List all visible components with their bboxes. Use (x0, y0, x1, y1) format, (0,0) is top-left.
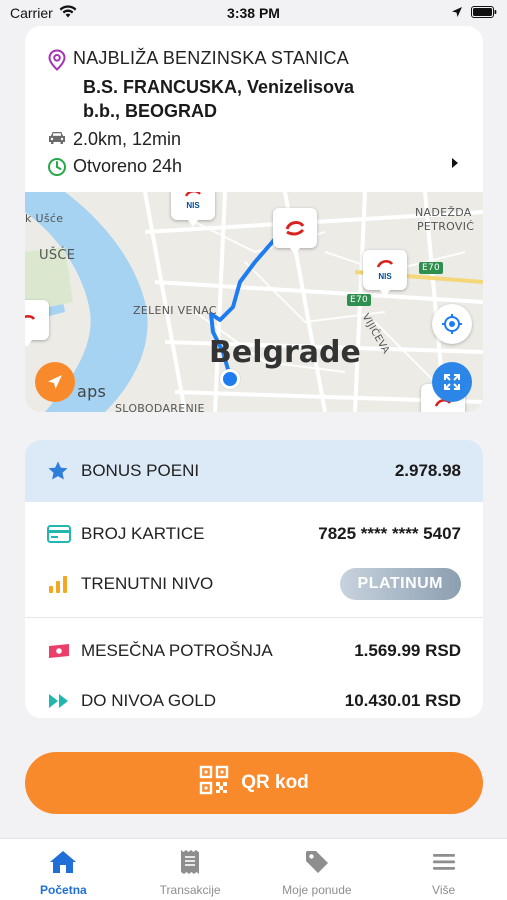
crosshair-icon (442, 314, 462, 334)
station-map[interactable]: k Ušće UŠĆE ZELENI VENAC NADEŽDA PETROVI… (25, 192, 483, 412)
qr-code-icon (199, 765, 229, 801)
nis-logo-icon (376, 260, 394, 268)
nis-station-marker[interactable]: NIS (363, 250, 407, 297)
tag-icon (304, 849, 330, 878)
clock: 3:38 PM (227, 5, 280, 21)
station-info[interactable]: NAJBLIŽA BENZINSKA STANICA B.S. FRANCUSK… (25, 26, 483, 192)
nis-station-marker[interactable] (25, 300, 49, 347)
status-bar: Carrier 3:38 PM (0, 0, 507, 26)
tab-moje-ponude[interactable]: Moje ponude (254, 839, 381, 900)
home-icon (48, 849, 78, 878)
receipt-icon (178, 849, 202, 878)
navigation-arrow-icon (48, 375, 62, 389)
carrier-label: Carrier (10, 5, 53, 21)
car-icon (47, 130, 73, 146)
tab-label: Više (432, 883, 456, 897)
map-background (25, 192, 483, 412)
level-row: TRENUTNI NIVO PLATINUM (25, 559, 483, 609)
tab-bar: Početna Transakcije Moje ponude Više (0, 838, 507, 900)
tab-pocetna[interactable]: Početna (0, 839, 127, 900)
nis-logo-icon (285, 221, 305, 236)
nis-station-marker[interactable] (273, 208, 317, 255)
qr-code-button[interactable]: QR kod (25, 752, 483, 814)
monthly-spend-row: MESEČNA POTROŠNJA 1.569.99 RSD (25, 626, 483, 676)
expand-icon (444, 374, 460, 390)
monthly-spend-value: 1.569.99 RSD (354, 641, 461, 660)
tab-label: Moje ponude (282, 883, 352, 897)
map-label-maps: aps (77, 382, 107, 401)
station-heading: NAJBLIŽA BENZINSKA STANICA (73, 48, 349, 68)
nis-station-marker[interactable]: NIS (171, 192, 215, 227)
tab-transakcije[interactable]: Transakcije (127, 839, 254, 900)
to-gold-label: DO NIVOA GOLD (81, 691, 217, 710)
money-icon (47, 643, 81, 659)
bonus-points-label: BONUS POENI (81, 461, 200, 480)
location-pin-icon (47, 49, 73, 71)
nearest-station-card[interactable]: NAJBLIŽA BENZINSKA STANICA B.S. FRANCUSK… (25, 26, 483, 412)
map-label-usce-small: k Ušće (25, 212, 64, 225)
battery-icon (471, 5, 497, 21)
tab-label: Transakcije (159, 883, 221, 897)
card-number-row: BROJ KARTICE 7825 **** **** 5407 (25, 509, 483, 559)
map-label-slobodarenje: SLOBODARENJE (115, 402, 205, 412)
menu-icon (431, 849, 457, 878)
bonus-points-value: 2.978.98 (394, 461, 461, 480)
tab-vise[interactable]: Više (380, 839, 507, 900)
map-city-label: Belgrade (209, 335, 361, 370)
station-distance: 2.0km, 12min (73, 129, 182, 149)
star-icon (47, 460, 81, 482)
map-label-nadezda: NADEŽDA (415, 206, 472, 219)
card-number-label: BROJ KARTICE (81, 524, 205, 543)
nis-logo-icon (184, 192, 201, 197)
chevron-right-icon[interactable] (451, 156, 459, 174)
level-bars-icon (47, 574, 81, 594)
monthly-spend-label: MESEČNA POTROŠNJA (81, 641, 273, 660)
clock-icon (47, 157, 73, 177)
nis-logo-icon (25, 315, 36, 320)
map-label-usce: UŠĆE (39, 248, 76, 263)
credit-card-icon (47, 525, 81, 543)
location-arrow-icon (451, 5, 463, 21)
to-gold-row: DO NIVOA GOLD 10.430.01 RSD (25, 676, 483, 718)
user-location-dot (220, 369, 240, 389)
bonus-points-row: BONUS POENI 2.978.98 (25, 440, 483, 502)
loyalty-card: BONUS POENI 2.978.98 BROJ KARTICE 7825 *… (25, 440, 483, 718)
card-number-value: 7825 **** **** 5407 (318, 524, 461, 543)
map-label-petrovic: PETROVIĆ (417, 220, 475, 233)
to-gold-value: 10.430.01 RSD (344, 691, 461, 710)
fast-forward-icon (47, 692, 81, 710)
map-label-e70-b: E70 (347, 294, 372, 306)
level-label: TRENUTNI NIVO (81, 574, 214, 593)
map-label-zeleni-venac: ZELENI VENAC (133, 304, 217, 317)
marker-label: NIS (378, 272, 392, 281)
station-name: B.S. FRANCUSKA, Venizelisova b.b., BEOGR… (83, 77, 355, 121)
tab-label: Početna (40, 883, 87, 897)
recenter-button[interactable] (432, 304, 472, 344)
marker-label: NIS (186, 201, 200, 210)
wifi-icon (59, 5, 77, 21)
navigate-button[interactable] (35, 362, 75, 402)
station-hours: Otvoreno 24h (73, 156, 183, 176)
expand-map-button[interactable] (432, 362, 472, 402)
map-label-e70-a: E70 (419, 262, 444, 274)
level-badge: PLATINUM (339, 568, 461, 600)
qr-code-label: QR kod (241, 772, 309, 793)
